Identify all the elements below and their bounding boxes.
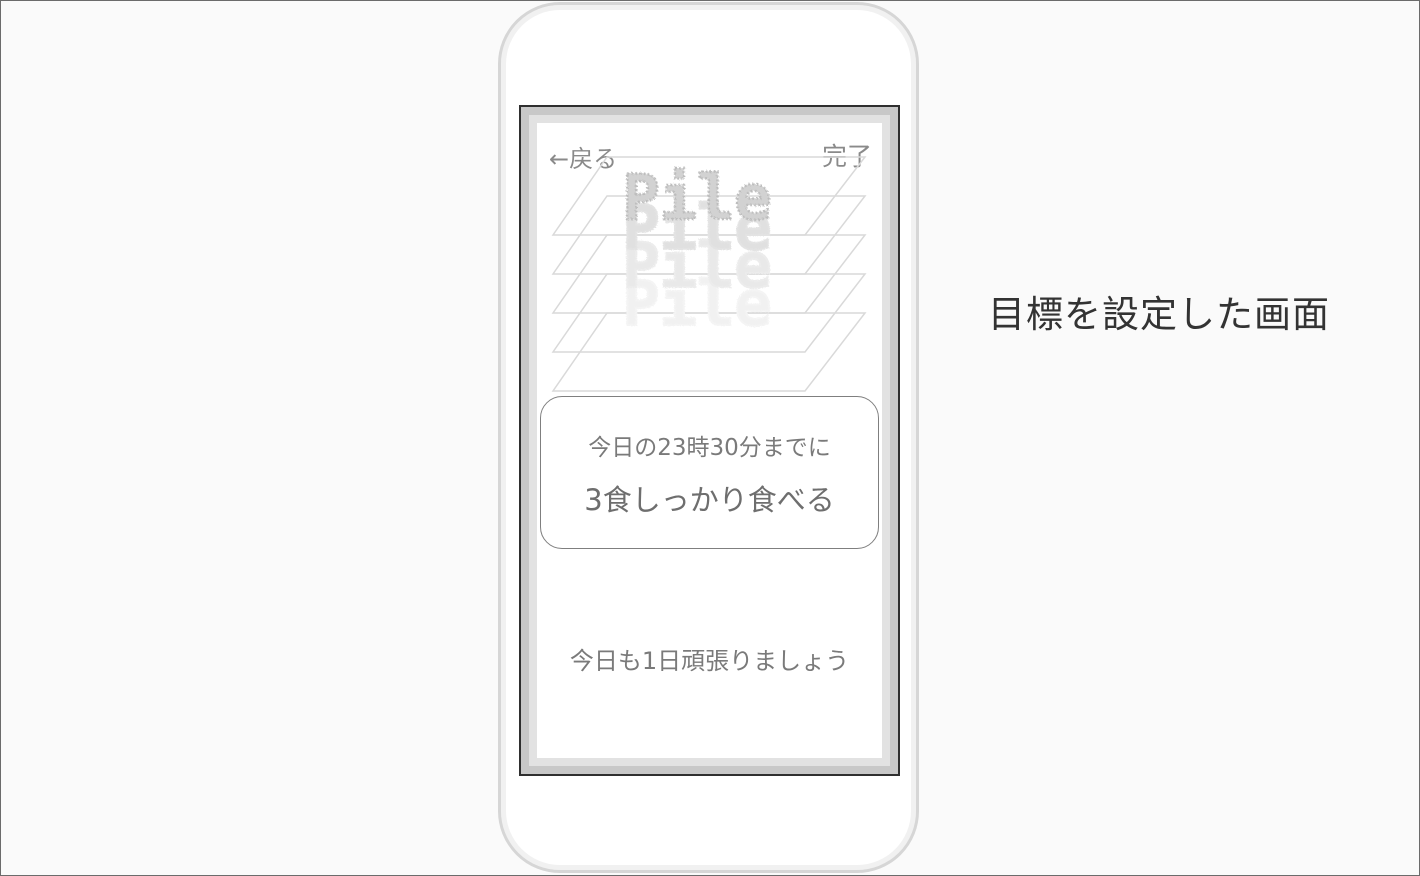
logo-text: Pile [622,161,771,234]
pile-logo: Pile Pile Pile Pile [551,156,867,392]
encouragement-message: 今日も1日頑張りましょう [569,647,850,675]
goal-card: 今日の23時30分までに 3食しっかり食べる [540,396,879,549]
app-screen: ←戻る 完了 Pile Pile Pile Pile 今日の23時30分までに … [537,123,882,758]
screen-caption: 目標を設定した画面 [988,293,1330,336]
goal-text: 3食しっかり食べる [584,483,835,517]
goal-deadline: 今日の23時30分までに [588,435,831,461]
